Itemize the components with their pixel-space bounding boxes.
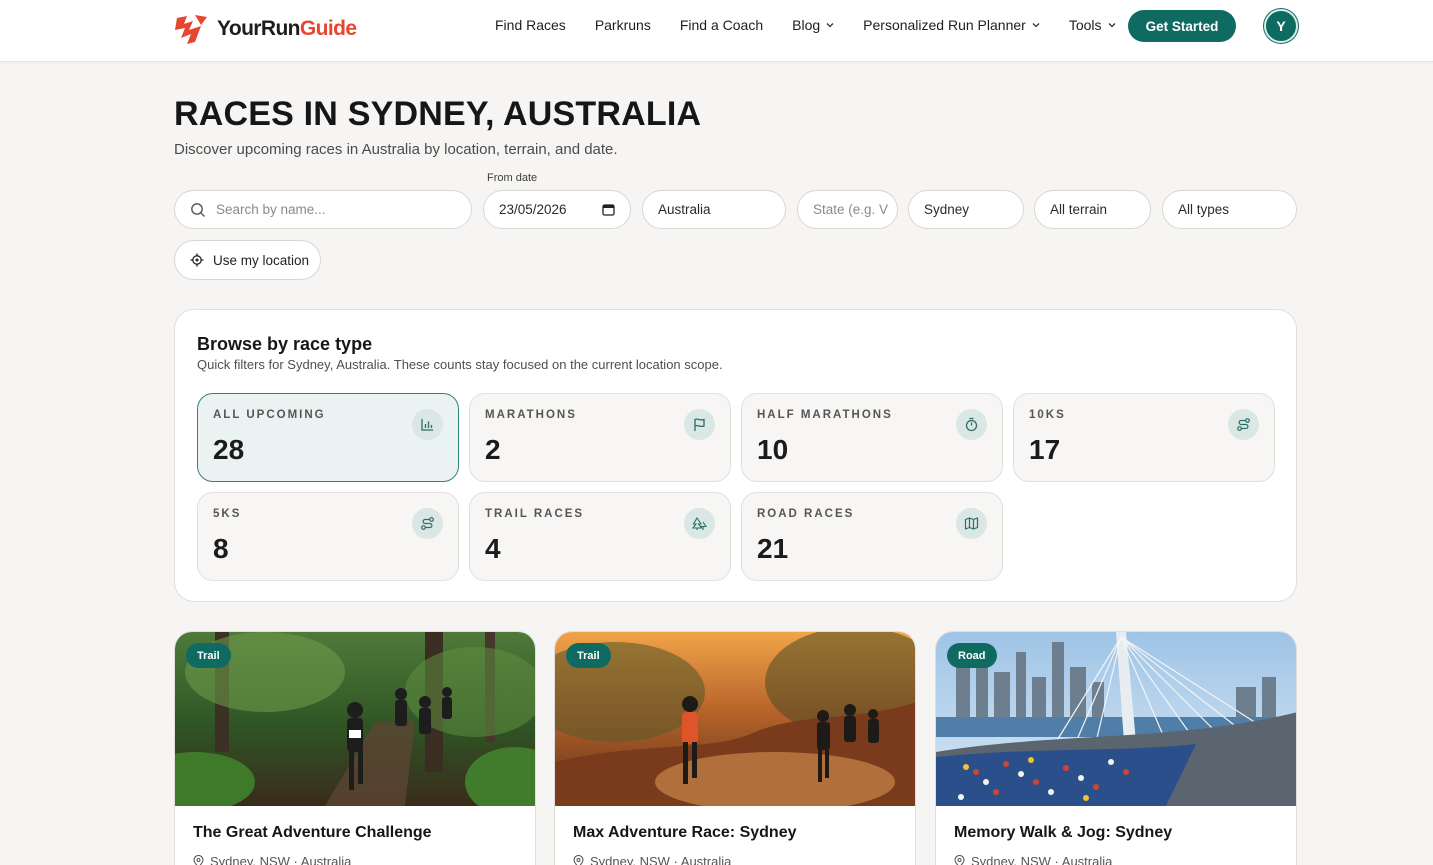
- map-pin-icon: [573, 855, 584, 865]
- top-navbar: YourRunGuide Find Races Parkruns Find a …: [0, 0, 1433, 62]
- race-card[interactable]: Trail The Great Adventure Challenge Sydn…: [174, 631, 536, 865]
- site-logo[interactable]: YourRunGuide: [173, 12, 357, 46]
- main-nav: Find Races Parkruns Find a Coach Blog Pe…: [495, 17, 1116, 33]
- tile-count: 2: [485, 434, 501, 465]
- chevron-down-icon: [1108, 23, 1115, 28]
- map-pin-icon: [954, 855, 965, 865]
- city-input[interactable]: Sydney: [908, 190, 1024, 229]
- chevron-down-icon: [826, 23, 834, 28]
- logo-runner-icon: [175, 15, 207, 44]
- bar-chart-icon: [412, 409, 443, 440]
- tile-count: 17: [1029, 434, 1061, 465]
- route-icon: [412, 508, 443, 539]
- browse-title: Browse by race type: [197, 334, 373, 354]
- route-icon: [1228, 409, 1259, 440]
- tile-count: 4: [485, 533, 501, 564]
- stopwatch-icon: [956, 409, 987, 440]
- tile-5ks[interactable]: 5KS 8: [197, 492, 459, 581]
- tile-trail-races[interactable]: TRAIL RACES 4: [469, 492, 731, 581]
- tile-label: ALL UPCOMING: [213, 409, 326, 421]
- country-select[interactable]: Australia: [642, 190, 786, 229]
- race-type-badge: Road: [947, 643, 997, 668]
- logo-text: YourRunGuide: [217, 17, 357, 40]
- type-select[interactable]: All types: [1162, 190, 1297, 229]
- search-placeholder: Search by name...: [216, 202, 326, 217]
- from-date-field[interactable]: 23/05/2026: [483, 190, 631, 229]
- browse-subtitle: Quick filters for Sydney, Australia. The…: [197, 357, 723, 372]
- tile-half-marathons[interactable]: HALF MARATHONS 10: [741, 393, 1003, 482]
- tile-label: MARATHONS: [485, 409, 577, 421]
- tile-label: ROAD RACES: [757, 508, 855, 520]
- nav-find-races[interactable]: Find Races: [495, 17, 566, 33]
- tile-label: 5KS: [213, 508, 242, 520]
- nav-tools[interactable]: Tools: [1069, 17, 1116, 33]
- nav-blog[interactable]: Blog: [792, 17, 834, 33]
- use-my-location-button[interactable]: Use my location: [174, 240, 321, 280]
- state-input[interactable]: State (e.g. V: [797, 190, 898, 229]
- get-started-button[interactable]: Get Started: [1128, 10, 1236, 42]
- map-icon: [956, 508, 987, 539]
- race-location: Sydney, NSW · Australia: [573, 854, 731, 865]
- search-input[interactable]: Search by name...: [174, 190, 472, 229]
- race-title[interactable]: Max Adventure Race: Sydney: [573, 824, 796, 842]
- search-icon: [191, 202, 205, 217]
- chevron-down-icon: [1032, 23, 1040, 28]
- race-card[interactable]: Road Memory Walk & Jog: Sydney Sydney, N…: [935, 631, 1297, 865]
- nav-parkruns[interactable]: Parkruns: [595, 17, 651, 33]
- from-date-label: From date: [487, 172, 538, 184]
- trees-icon: [684, 508, 715, 539]
- from-date-value: 23/05/2026: [499, 202, 567, 217]
- flag-icon: [684, 409, 715, 440]
- race-location: Sydney, NSW · Australia: [193, 854, 351, 865]
- browse-by-type-card: Browse by race type Quick filters for Sy…: [174, 309, 1297, 602]
- map-pin-icon: [193, 855, 204, 865]
- tile-all-upcoming[interactable]: ALL UPCOMING 28: [197, 393, 459, 482]
- crosshair-icon: [190, 253, 204, 267]
- race-location: Sydney, NSW · Australia: [954, 854, 1112, 865]
- tile-count: 28: [213, 434, 245, 465]
- tile-count: 8: [213, 533, 229, 564]
- race-card[interactable]: Trail Max Adventure Race: Sydney Sydney,…: [554, 631, 916, 865]
- tile-10ks[interactable]: 10KS 17: [1013, 393, 1275, 482]
- tile-label: HALF MARATHONS: [757, 409, 893, 421]
- calendar-icon[interactable]: [602, 203, 615, 216]
- terrain-select[interactable]: All terrain: [1034, 190, 1151, 229]
- nav-run-planner[interactable]: Personalized Run Planner: [863, 17, 1040, 33]
- tile-label: TRAIL RACES: [485, 508, 585, 520]
- race-title[interactable]: Memory Walk & Jog: Sydney: [954, 824, 1172, 842]
- tile-count: 10: [757, 434, 789, 465]
- tile-marathons[interactable]: MARATHONS 2: [469, 393, 731, 482]
- page-subtitle: Discover upcoming races in Australia by …: [174, 141, 618, 158]
- tile-count: 21: [757, 533, 789, 564]
- tile-label: 10KS: [1029, 409, 1066, 421]
- tile-road-races[interactable]: ROAD RACES 21: [741, 492, 1003, 581]
- race-title[interactable]: The Great Adventure Challenge: [193, 824, 432, 842]
- page-title: RACES IN SYDNEY, AUSTRALIA: [174, 95, 702, 133]
- race-type-badge: Trail: [186, 643, 231, 668]
- user-avatar[interactable]: Y: [1264, 9, 1298, 43]
- nav-find-a-coach[interactable]: Find a Coach: [680, 17, 763, 33]
- race-type-badge: Trail: [566, 643, 611, 668]
